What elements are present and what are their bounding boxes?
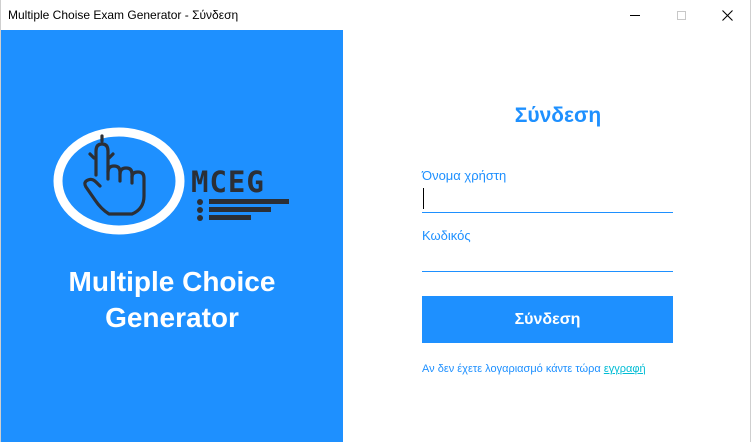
minimize-icon — [630, 14, 640, 16]
login-heading: Σύνδεση — [514, 104, 602, 127]
close-button[interactable] — [704, 0, 750, 30]
mceg-logo: MCEG — [53, 127, 289, 235]
register-line: Αν δεν έχετε λογαριασμό κάντε τώρα εγγρα… — [422, 363, 646, 375]
pointing-hand-icon — [83, 134, 146, 216]
minimize-button[interactable] — [612, 0, 658, 30]
brand-title-line1: Multiple Choice — [68, 266, 276, 297]
text-caret — [423, 188, 424, 209]
close-icon — [721, 9, 733, 21]
title-bar[interactable]: Multiple Choise Exam Generator - Σύνδεση — [1, 0, 750, 30]
login-button[interactable]: Σύνδεση — [422, 296, 673, 343]
brand-panel: MCEG Multiple Choice Generator — [1, 30, 343, 442]
register-link[interactable]: εγγραφή — [604, 363, 646, 375]
username-input[interactable] — [422, 189, 673, 213]
password-input[interactable] — [422, 248, 673, 272]
maximize-button[interactable] — [658, 0, 704, 30]
app-window: Multiple Choise Exam Generator - Σύνδεση — [0, 0, 751, 442]
username-label: Όνομα χρήστη — [422, 168, 507, 183]
password-label: Κωδικός — [422, 228, 471, 243]
login-form: Σύνδεση Όνομα χρήστη Κωδικός Σύνδεση Αν … — [343, 30, 750, 442]
svg-text:MCEG: MCEG — [191, 165, 265, 199]
brand-title-line2: Generator — [105, 302, 239, 333]
register-prompt: Αν δεν έχετε λογαριασμό κάντε τώρα — [422, 363, 601, 375]
brand-title: Multiple Choice Generator — [1, 264, 343, 336]
maximize-icon — [676, 10, 686, 20]
window-title: Multiple Choise Exam Generator - Σύνδεση — [8, 8, 239, 22]
